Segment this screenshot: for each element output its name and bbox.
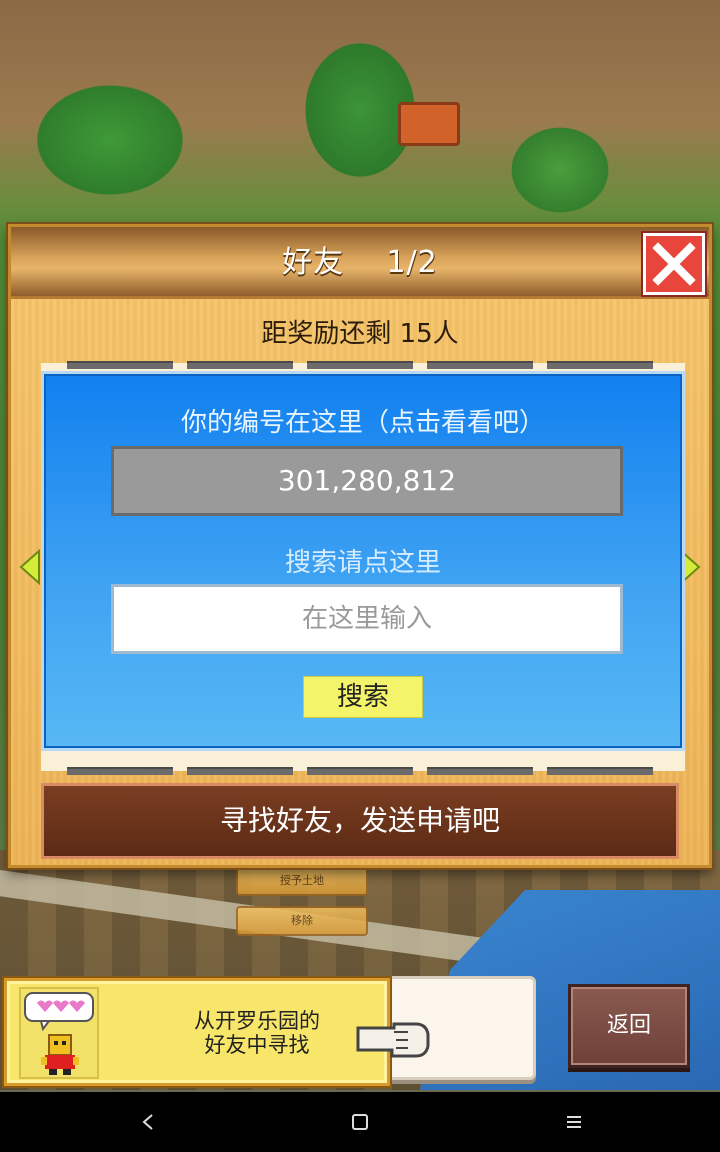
grant-land-button[interactable]: 授予土地 (236, 866, 368, 896)
page-indicator: 1/2 (386, 245, 438, 280)
slot (547, 767, 653, 775)
slot-row-bottom (67, 767, 653, 775)
id-label: 你的编号在这里（点击看看吧） (180, 408, 545, 438)
kairobot-avatar-icon (24, 992, 94, 1075)
reward-progress-text: 距奖励还剩 15人 (261, 319, 459, 349)
system-nav-bar (0, 1092, 720, 1152)
slot (427, 361, 533, 369)
slot (67, 361, 173, 369)
slot (547, 361, 653, 369)
slot (187, 767, 293, 775)
arrow-left-icon[interactable] (19, 549, 41, 585)
find-friends-button[interactable]: 寻找好友，发送申请吧 (41, 783, 679, 859)
search-input[interactable]: 在这里输入 (111, 584, 623, 654)
slot-row-top (67, 361, 653, 369)
slot (427, 767, 533, 775)
nav-back-icon[interactable] (136, 1110, 160, 1134)
tip-line-2: 好友中寻找 (204, 1033, 310, 1057)
friends-dialog: 好友 1/2 距奖励还剩 15人 你的编号在这里（点击看看吧） 301,280,… (8, 224, 712, 868)
dialog-title: 好友 (282, 245, 345, 280)
friend-id-display[interactable]: 301,280,812 (111, 446, 623, 516)
search-button[interactable]: 搜索 (303, 676, 423, 718)
remove-button[interactable]: 移除 (236, 906, 368, 936)
red-sign (398, 102, 460, 146)
friend-id-panel: 你的编号在这里（点击看看吧） 301,280,812 搜索请点这里 在这里输入 … (41, 371, 685, 751)
search-label: 搜索请点这里 (284, 548, 441, 578)
slot (307, 361, 413, 369)
close-x-icon (652, 242, 696, 286)
tip-line-1: 从开罗乐园的 (194, 1009, 320, 1033)
tip-box[interactable]: 从开罗乐园的 好友中寻找 (4, 978, 390, 1086)
nav-home-icon[interactable] (348, 1110, 372, 1134)
slot (67, 767, 173, 775)
slot (307, 767, 413, 775)
slot (187, 361, 293, 369)
return-button[interactable]: 返回 (568, 984, 690, 1068)
nav-menu-icon[interactable] (562, 1110, 586, 1134)
dialog-header: 好友 1/2 (11, 227, 709, 299)
close-button[interactable] (643, 233, 705, 295)
tip-text: 从开罗乐园的 好友中寻找 (137, 1009, 377, 1057)
pointing-hand-icon (356, 1022, 430, 1058)
avatar (19, 987, 99, 1079)
